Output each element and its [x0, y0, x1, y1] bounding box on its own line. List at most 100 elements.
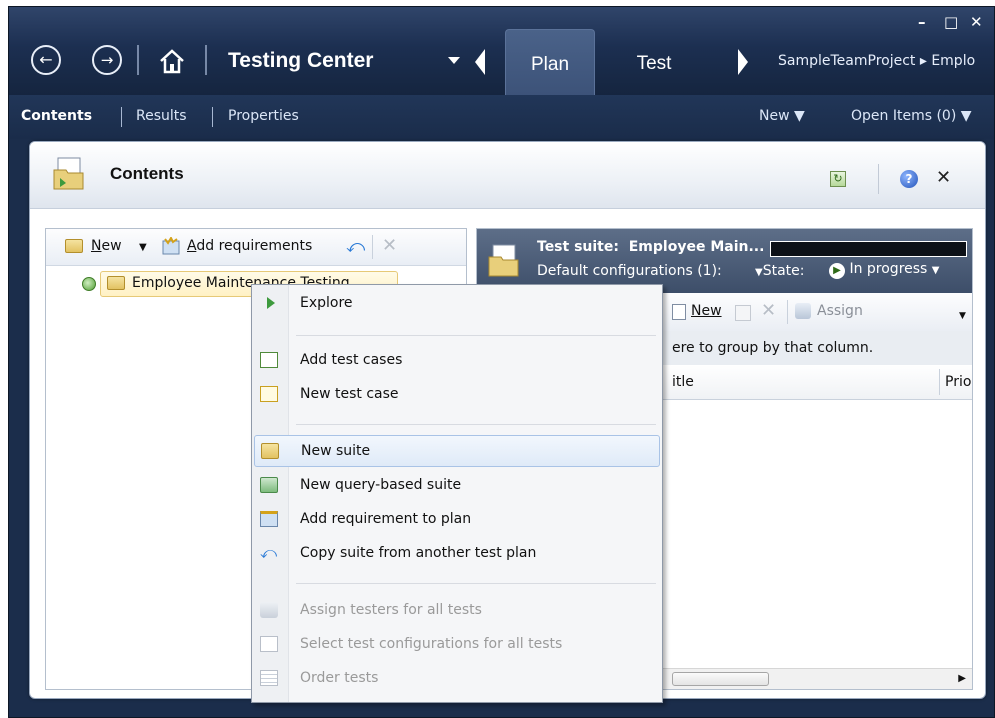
- refresh-icon[interactable]: ↻: [830, 171, 846, 187]
- tab-scroll-left-icon[interactable]: [475, 49, 485, 75]
- new-accesskey: N: [91, 238, 102, 254]
- state-label: State:: [762, 263, 805, 279]
- menu-separator: [296, 335, 656, 336]
- expand-icon[interactable]: [82, 277, 96, 291]
- tab-contents[interactable]: Contents: [21, 108, 92, 124]
- toolbar-separator: [372, 235, 373, 259]
- new-test-case-icon[interactable]: [672, 304, 686, 320]
- state-value-dropdown[interactable]: ▶ In progress ▼: [829, 261, 940, 279]
- new-menu[interactable]: New ▼: [759, 108, 805, 124]
- group-hint: ere to group by that column.: [672, 340, 874, 356]
- tab-plan[interactable]: Plan: [505, 29, 595, 102]
- toolbar-overflow-icon[interactable]: ▼: [959, 311, 966, 321]
- minimize-icon[interactable]: –: [918, 13, 926, 31]
- chevron-down-icon: ▼: [960, 108, 972, 124]
- copy-suite-icon: ⤺: [260, 543, 278, 562]
- tab-properties[interactable]: Properties: [228, 108, 299, 124]
- nav-separator: [205, 45, 207, 75]
- menu-item-label: New test case: [300, 386, 399, 402]
- menu-item-new-suite[interactable]: New suite: [254, 435, 660, 467]
- menu-item-explore[interactable]: Explore: [254, 288, 658, 318]
- new-button[interactable]: New: [91, 238, 122, 254]
- close-icon[interactable]: ✕: [936, 167, 951, 188]
- maximize-icon[interactable]: □: [944, 13, 958, 31]
- suite-name: Employee Main...: [628, 239, 765, 255]
- menu-item-label: Assign testers for all tests: [300, 602, 482, 618]
- menu-item-label: Copy suite from another test plan: [300, 545, 537, 561]
- menu-item-label: Add test cases: [300, 352, 403, 368]
- menu-item-label: Add requirement to plan: [300, 511, 472, 527]
- suite-name-input[interactable]: [770, 241, 967, 257]
- column-title[interactable]: itle: [672, 374, 694, 390]
- suite-title: Test suite: Employee Main...: [537, 239, 764, 255]
- scrollbar-thumb[interactable]: [672, 672, 769, 686]
- chevron-down-icon: ▼: [755, 267, 763, 278]
- tab-test[interactable]: Test: [619, 29, 689, 101]
- state-value: In progress: [849, 261, 928, 277]
- panel-header: Contents ↻ ? ✕: [30, 142, 985, 209]
- new-menu-label: New: [759, 108, 790, 124]
- chevron-down-icon: ▼: [931, 265, 940, 276]
- menu-item-label: New query-based suite: [300, 477, 462, 493]
- add-requirements-icon[interactable]: [161, 235, 181, 255]
- close-window-icon[interactable]: ✕: [970, 13, 983, 31]
- tab-scroll-right-icon[interactable]: [738, 49, 748, 75]
- scroll-right-icon[interactable]: ▶: [958, 673, 966, 684]
- home-icon[interactable]: [157, 47, 187, 75]
- menu-item-add-test-cases[interactable]: Add test cases: [254, 345, 658, 375]
- assign-icon[interactable]: [795, 303, 811, 319]
- copy-icon[interactable]: [735, 305, 751, 321]
- forward-arrow-icon[interactable]: →: [92, 45, 122, 75]
- suite-label: Test suite:: [537, 239, 619, 255]
- subnav-separator: [121, 107, 122, 127]
- new-suite-icon[interactable]: [65, 239, 83, 253]
- chevron-down-icon[interactable]: ▼: [139, 242, 147, 253]
- menu-item-label: Explore: [300, 295, 353, 311]
- new-label-rest: ew: [101, 238, 122, 254]
- delete-icon[interactable]: ✕: [382, 235, 397, 256]
- suite-folder-large-icon: [487, 243, 521, 279]
- open-items-label: Open Items (0): [851, 108, 957, 124]
- breadcrumb[interactable]: SampleTeamProject ▸ Emplo: [778, 53, 975, 69]
- menu-item-new-query-based-suite[interactable]: New query-based suite: [254, 470, 658, 500]
- add-requirements-button[interactable]: Add requirements: [187, 238, 312, 254]
- back-arrow-icon[interactable]: ←: [31, 45, 61, 75]
- assign-testers-icon: [260, 602, 278, 618]
- menu-item-assign-testers: Assign testers for all tests: [254, 595, 658, 625]
- chevron-down-icon: ▼: [794, 108, 805, 124]
- column-divider: [939, 369, 940, 395]
- in-progress-icon: ▶: [829, 263, 845, 279]
- menu-item-add-requirement[interactable]: Add requirement to plan: [254, 504, 658, 534]
- open-items-menu[interactable]: Open Items (0) ▼: [851, 108, 972, 124]
- state-dropdown[interactable]: ▼State:: [755, 263, 804, 279]
- tree-toolbar: New ▼ Add requirements ⤺ ✕: [46, 229, 466, 266]
- toolbar-separator: [787, 300, 788, 324]
- new-test-case-button[interactable]: New: [691, 303, 722, 319]
- tab-results[interactable]: Results: [136, 108, 187, 124]
- add-test-case-icon: [260, 352, 278, 368]
- menu-item-new-test-case[interactable]: New test case: [254, 379, 658, 409]
- header-separator: [878, 164, 879, 194]
- column-priority[interactable]: Prio: [945, 374, 971, 390]
- menu-item-label: Order tests: [300, 670, 379, 686]
- menu-item-copy-suite[interactable]: ⤺ Copy suite from another test plan: [254, 538, 658, 568]
- assign-button[interactable]: Assign: [817, 303, 863, 319]
- menu-separator: [296, 583, 656, 584]
- add-req-rest: dd requirements: [196, 238, 313, 254]
- help-icon[interactable]: ?: [900, 170, 918, 188]
- new-suite-icon: [261, 443, 279, 459]
- sub-navigation: Contents Results Properties New ▼ Open I…: [9, 95, 994, 139]
- app-title[interactable]: Testing Center: [228, 49, 373, 73]
- nav-separator: [137, 45, 139, 75]
- subnav-separator: [212, 107, 213, 127]
- order-tests-icon: [260, 670, 278, 686]
- copy-suite-icon[interactable]: ⤺: [346, 236, 365, 257]
- app-dropdown-icon[interactable]: [448, 57, 460, 64]
- add-requirement-icon: [260, 511, 278, 527]
- remove-icon[interactable]: ✕: [761, 300, 776, 321]
- menu-item-order-tests: Order tests: [254, 663, 658, 693]
- play-icon: [267, 297, 275, 309]
- context-menu: Explore Add test cases New test case New…: [251, 284, 663, 703]
- default-configurations[interactable]: Default configurations (1):: [537, 263, 722, 279]
- query-suite-icon: [260, 477, 278, 493]
